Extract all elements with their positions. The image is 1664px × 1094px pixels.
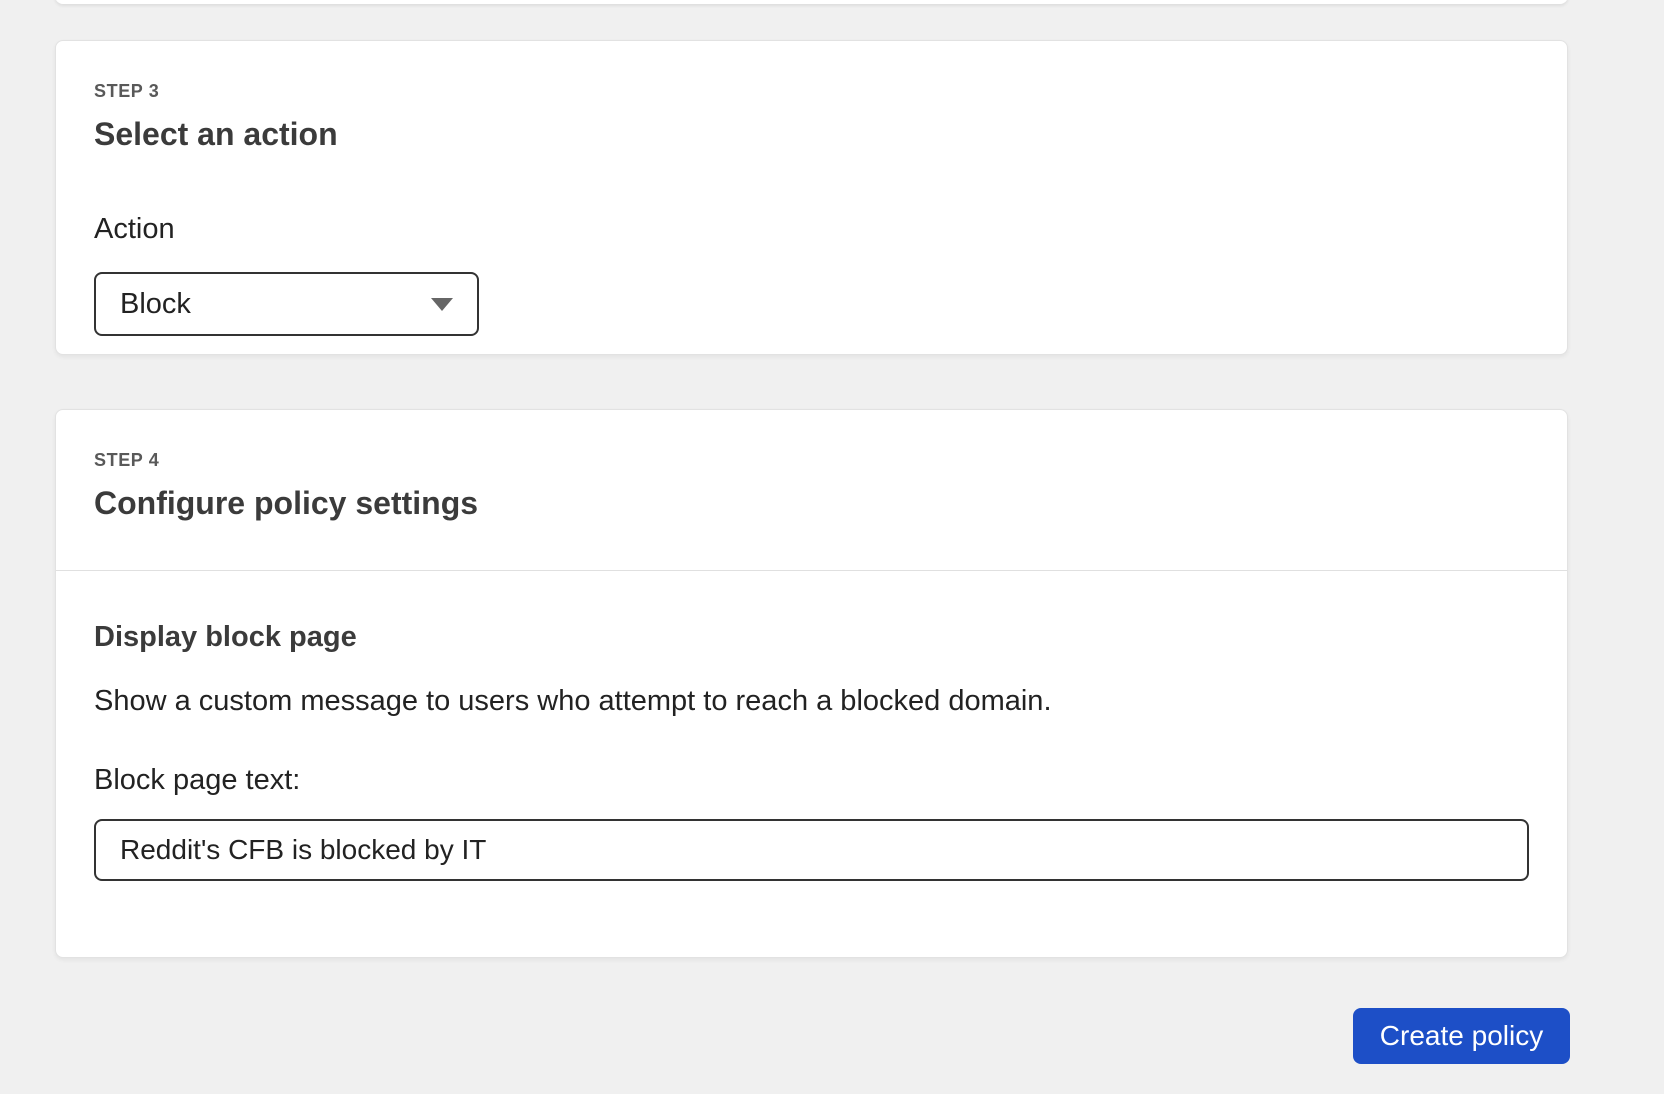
card-title: Configure policy settings bbox=[94, 485, 479, 521]
block-page-text-label: Block page text: bbox=[94, 764, 301, 796]
step4-card-body: Display block page Show a custom message… bbox=[56, 571, 1567, 881]
step-label: STEP 3 bbox=[94, 81, 160, 101]
step3-card: STEP 3 Select an action Action Block bbox=[55, 40, 1568, 355]
card-title: Select an action bbox=[94, 116, 338, 152]
chevron-down-icon bbox=[431, 297, 453, 311]
action-label: Action bbox=[94, 213, 175, 245]
block-page-text-input[interactable] bbox=[94, 819, 1529, 881]
step4-card: STEP 4 Configure policy settings Display… bbox=[55, 409, 1568, 958]
action-select[interactable]: Block bbox=[94, 272, 479, 336]
action-select-value: Block bbox=[120, 287, 191, 320]
step4-card-header: STEP 4 Configure policy settings bbox=[56, 410, 1567, 571]
step-label: STEP 4 bbox=[94, 450, 160, 470]
display-block-page-heading: Display block page bbox=[94, 621, 357, 653]
previous-card-bottom-edge bbox=[55, 0, 1568, 4]
create-policy-button[interactable]: Create policy bbox=[1353, 1008, 1570, 1064]
display-block-page-description: Show a custom message to users who attem… bbox=[94, 685, 1052, 717]
